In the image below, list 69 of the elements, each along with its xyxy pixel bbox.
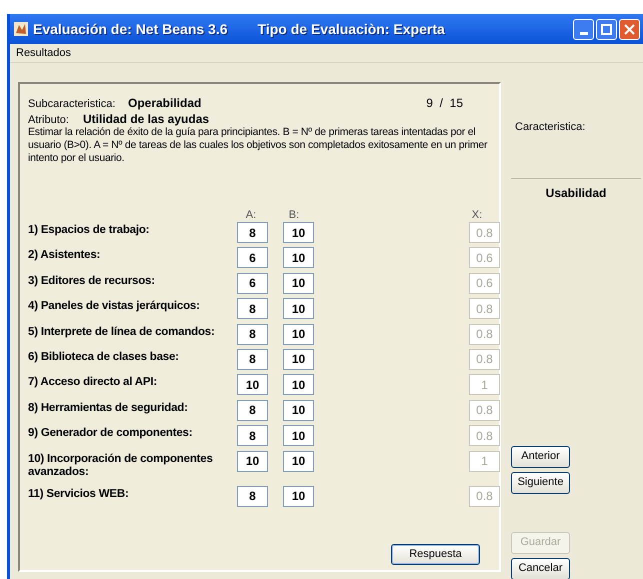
- attribute-label: Atributo:: [28, 113, 70, 127]
- b-value-field[interactable]: 10: [283, 324, 314, 345]
- criterion-label: 8) Herramientas de seguridad:: [28, 400, 189, 415]
- maximize-button[interactable]: [596, 18, 617, 40]
- minimize-icon: [580, 32, 588, 34]
- window-subtitle: Tipo de Evaluaciòn: Experta: [258, 20, 445, 39]
- criterion-label: 11) Servicios WEB:: [28, 486, 130, 501]
- a-value-field[interactable]: 8: [237, 298, 268, 320]
- a-value-field[interactable]: 6: [237, 247, 268, 268]
- description-text: Estimar la relación de éxito de la guía para principiantes. B = Nº de primeras tareas intentadas por el usuario (B>0). A = Nº de tareas de las cuales los objetivos son completados exitosamente en un primer intento por el usuario.: [28, 126, 488, 165]
- subcharacteristic-label: Subcaracteristica:: [28, 97, 116, 112]
- x-result-field: 0.8: [469, 348, 500, 370]
- b-value-field[interactable]: 10: [283, 298, 314, 320]
- attribute-value: Utilidad de las ayudas: [83, 111, 210, 127]
- characteristic-label: Caracteristica:: [515, 120, 586, 135]
- column-header: X:: [470, 208, 484, 221]
- b-value-field[interactable]: 10: [283, 247, 314, 268]
- minimize-button[interactable]: [573, 18, 594, 40]
- x-result-field: 1: [469, 374, 500, 396]
- x-result-field: 0.8: [469, 298, 500, 320]
- criterion-label: 7) Acceso directo al API:: [28, 375, 158, 390]
- menu-item[interactable]: Resultados: [14, 44, 74, 62]
- x-result-field: 1: [469, 450, 500, 472]
- maximize-icon: [601, 24, 612, 34]
- criterion-label: 2) Asistentes:: [28, 248, 102, 262]
- b-value-field[interactable]: 10: [283, 348, 314, 370]
- b-value-field[interactable]: 10: [283, 486, 314, 507]
- x-result-field: 0.8: [469, 400, 500, 421]
- b-value-field[interactable]: 10: [283, 450, 314, 472]
- a-value-field[interactable]: 8: [237, 348, 268, 370]
- answer-button[interactable]: Respuesta: [391, 544, 480, 565]
- column-header: B:: [288, 208, 300, 221]
- button[interactable]: Cancelar: [511, 558, 570, 579]
- column-header: A:: [244, 208, 258, 221]
- a-value-field[interactable]: 8: [237, 400, 268, 421]
- page-counter: 9 / 15: [426, 95, 463, 112]
- criterion-label: 1) Espacios de trabajo:: [28, 223, 150, 237]
- a-value-field[interactable]: 8: [237, 486, 268, 507]
- b-value-field[interactable]: 10: [283, 374, 314, 396]
- app-icon: [13, 21, 29, 37]
- criterion-label: 9) Generador de componentes:: [28, 426, 194, 440]
- close-icon: [624, 24, 635, 34]
- criterion-label: 3) Editores de recursos:: [28, 274, 156, 288]
- a-value-field[interactable]: 8: [237, 222, 268, 243]
- x-result-field: 0.8: [469, 486, 500, 507]
- criterion-label: 5) Interprete de línea de comandos:: [28, 324, 216, 339]
- x-result-field: 0.8: [469, 222, 500, 243]
- a-value-field[interactable]: 10: [237, 374, 268, 396]
- a-value-field[interactable]: 8: [237, 324, 268, 345]
- x-result-field: 0.6: [469, 247, 500, 268]
- window-title: Evaluación de: Net Beans 3.6: [33, 20, 228, 38]
- x-result-field: 0.6: [469, 272, 500, 294]
- criterion-label: 4) Paneles de vistas jerárquicos:: [28, 299, 201, 314]
- b-value-field[interactable]: 10: [283, 222, 314, 243]
- button[interactable]: Siguiente: [511, 472, 570, 494]
- x-result-field: 0.8: [469, 425, 500, 446]
- button[interactable]: Anterior: [511, 446, 570, 468]
- b-value-field[interactable]: 10: [283, 425, 314, 446]
- x-result-field: 0.8: [469, 324, 500, 345]
- a-value-field[interactable]: 8: [237, 425, 268, 446]
- subcharacteristic-value: Operabilidad: [128, 95, 202, 112]
- a-value-field[interactable]: 10: [237, 450, 268, 472]
- a-value-field[interactable]: 6: [237, 272, 268, 294]
- characteristic-value: Usabilidad: [544, 184, 608, 202]
- criterion-label: 10) Incorporación de componentes avanzados:: [28, 452, 214, 479]
- close-button[interactable]: [619, 18, 640, 40]
- criterion-label: 6) Biblioteca de clases base:: [28, 350, 180, 364]
- b-value-field[interactable]: 10: [283, 400, 314, 421]
- b-value-field[interactable]: 10: [283, 272, 314, 294]
